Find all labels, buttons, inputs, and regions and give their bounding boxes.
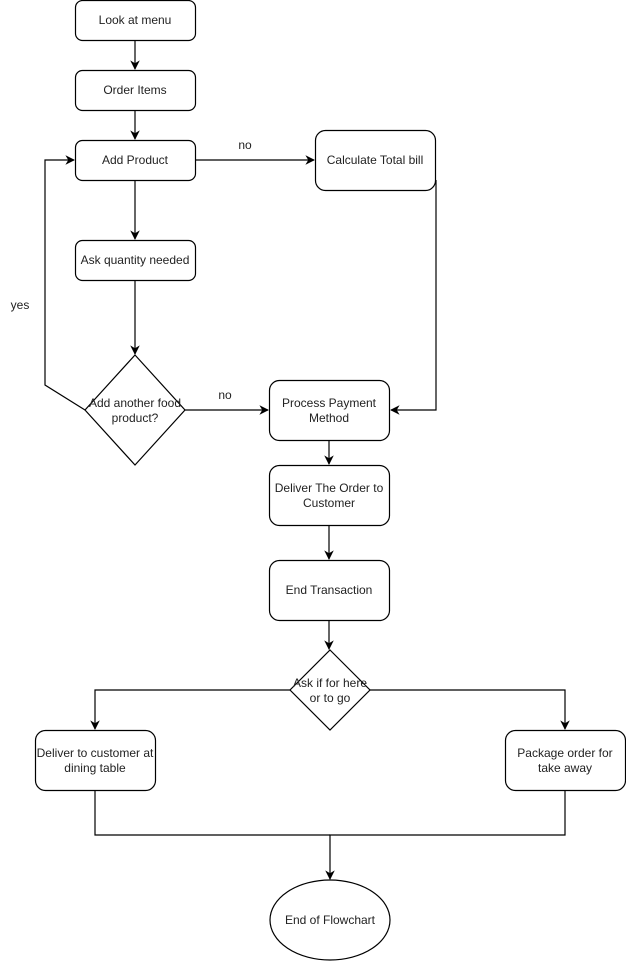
node-label-line-2: Method xyxy=(309,411,349,425)
node-process-payment-method: Process Payment Method xyxy=(268,379,391,442)
edge-label-no-process-payment: no xyxy=(218,388,232,402)
edge-deliver-table-to-end xyxy=(94,790,330,836)
node-label-line-1: Package order for xyxy=(517,746,612,760)
node-label: Look at menu xyxy=(99,13,172,27)
node-deliver-order-to-customer: Deliver The Order to Customer xyxy=(268,464,391,527)
node-label-line-2: take away xyxy=(538,761,592,775)
node-here-or-to-go-decision: Ask if for here or to go xyxy=(289,649,371,731)
node-add-another-food-decision: Add another food product? xyxy=(84,354,186,466)
edge-here-or-go-to-deliver-table xyxy=(90,689,290,730)
node-add-product: Add Product xyxy=(74,139,197,182)
node-package-take-away: Package order for take away xyxy=(504,729,626,792)
edge-calc-bill-to-process-payment xyxy=(390,180,437,415)
node-label: Add Product xyxy=(102,153,169,167)
node-deliver-to-dining-table: Deliver to customer at dining table xyxy=(34,729,157,792)
node-label-line-2: dining table xyxy=(64,761,126,775)
node-label: End of Flowchart xyxy=(285,913,376,927)
edge-here-or-go-to-package-takeaway xyxy=(370,689,570,730)
flowchart-canvas: no yes no Look at menu Order Items Add P… xyxy=(11,0,626,961)
node-label-line-1: Deliver The Order to xyxy=(275,481,384,495)
node-label-line-2: or to go xyxy=(310,691,351,705)
edge-package-takeaway-to-end xyxy=(325,790,566,880)
node-ask-quantity-needed: Ask quantity needed xyxy=(74,239,197,282)
node-label: Ask quantity needed xyxy=(81,253,190,267)
node-label-line-2: Customer xyxy=(303,496,355,510)
node-label: Calculate Total bill xyxy=(327,153,424,167)
node-calculate-total-bill: Calculate Total bill xyxy=(314,129,437,192)
node-label-line-2: product? xyxy=(112,411,159,425)
node-look-at-menu: Look at menu xyxy=(74,0,197,42)
edge-another-food-yes-to-add-product xyxy=(44,155,86,411)
node-label: Order Items xyxy=(103,83,166,97)
edge-label-yes: yes xyxy=(11,298,30,312)
node-label-line-1: Add another food xyxy=(89,396,181,410)
node-label-line-1: Deliver to customer at xyxy=(37,746,154,760)
edge-label-no-calc-bill: no xyxy=(238,138,252,152)
node-label-line-1: Ask if for here xyxy=(293,676,367,690)
node-order-items: Order Items xyxy=(74,69,197,112)
node-end-of-flowchart: End of Flowchart xyxy=(269,879,391,961)
node-label-line-1: Process Payment xyxy=(282,396,377,410)
node-end-transaction: End Transaction xyxy=(268,559,391,622)
node-label: End Transaction xyxy=(286,583,373,597)
